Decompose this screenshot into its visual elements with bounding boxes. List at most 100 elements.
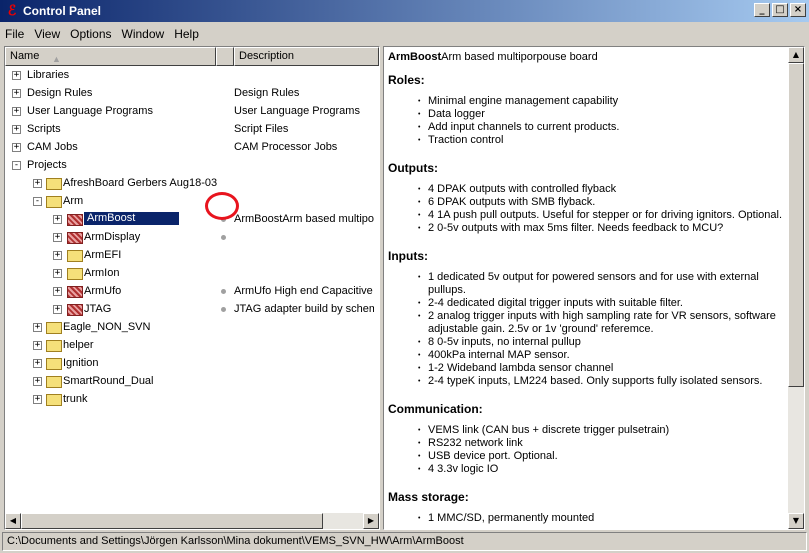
menu-help[interactable]: Help — [169, 27, 204, 41]
tree-row[interactable]: + helper — [5, 337, 379, 355]
tree-row[interactable]: + JTAG JTAG adapter build by schem — [5, 301, 379, 319]
tree-row[interactable]: + ArmDisplay — [5, 229, 379, 247]
vertical-scrollbar[interactable]: ▲ ▼ — [788, 47, 804, 529]
tree-item-label[interactable]: trunk — [63, 393, 87, 405]
menu-file[interactable]: File — [0, 27, 29, 41]
tree-row[interactable]: + ArmBoost ArmBoostArm based multiporp — [5, 211, 379, 229]
section-heading: Inputs: — [388, 249, 428, 263]
menu-bar: File View Options Window Help — [0, 24, 204, 44]
menu-options[interactable]: Options — [65, 27, 116, 41]
tree-row[interactable]: + ArmIon — [5, 265, 379, 283]
tree-row[interactable]: - Projects — [5, 157, 379, 175]
expand-icon[interactable]: + — [12, 143, 21, 152]
menu-view[interactable]: View — [29, 27, 65, 41]
name-column-header[interactable]: Name ▲ — [5, 47, 216, 66]
horizontal-scroll-thumb[interactable] — [21, 513, 323, 529]
tree-row[interactable]: + Scripts Script Files — [5, 121, 379, 139]
project-folder-icon — [67, 232, 83, 244]
expand-icon[interactable]: + — [12, 71, 21, 80]
tree-item-label[interactable]: Scripts — [27, 123, 61, 135]
window-title: Control Panel — [23, 4, 102, 18]
tree-item-label[interactable]: ArmIon — [84, 267, 119, 279]
section-heading: Roles: — [388, 73, 425, 87]
tree-item-label[interactable]: CAM Jobs — [27, 141, 78, 153]
tree-item-label[interactable]: Arm — [63, 195, 83, 207]
tree-panel: Name ▲ Description + Libraries + Design Rul… — [4, 46, 380, 530]
tree-item-description: User Language Programs — [234, 105, 360, 117]
tree-item-description: ArmUfo High end Capacitive I — [234, 285, 374, 297]
section-heading: Mass storage: — [388, 490, 469, 504]
tree-item-label[interactable]: JTAG — [84, 303, 111, 315]
tree-item-label[interactable]: Ignition — [63, 357, 98, 369]
tree-item-label[interactable]: ArmBoost — [84, 212, 180, 225]
collapse-icon[interactable]: - — [12, 161, 21, 170]
tree-row[interactable]: + Ignition — [5, 355, 379, 373]
folder-icon — [46, 358, 62, 370]
bullet-item: 8 0-5v inputs, no internal pullup — [418, 336, 784, 349]
tree-item-label[interactable]: AfreshBoard Gerbers Aug18-03 — [63, 177, 217, 189]
expand-icon[interactable]: + — [33, 323, 42, 332]
description-indicator-icon — [221, 289, 226, 294]
expand-icon[interactable]: + — [33, 377, 42, 386]
description-column-label: Description — [239, 50, 295, 62]
project-folder-icon — [67, 214, 83, 226]
tree-item-label[interactable]: Projects — [27, 159, 67, 171]
expand-icon[interactable]: + — [53, 305, 62, 314]
tree-item-label[interactable]: Libraries — [27, 69, 69, 81]
description-document: ArmBoostArm based multiporpouse board Ro… — [388, 51, 784, 527]
expand-icon[interactable]: + — [12, 125, 21, 134]
tree-item-label[interactable]: Eagle_NON_SVN — [63, 321, 150, 333]
project-tree: + Libraries + Design Rules Design Rules + User… — [5, 67, 379, 513]
tree-row[interactable]: - Arm — [5, 193, 379, 211]
tree-item-label[interactable]: ArmDisplay — [84, 231, 140, 243]
bullet-item: Add input channels to current products. — [418, 121, 784, 134]
tree-item-label[interactable]: helper — [63, 339, 94, 351]
scroll-down-button[interactable]: ▼ — [788, 513, 804, 529]
doc-title-rest: Arm based multiporpouse board — [441, 51, 598, 63]
tree-item-label[interactable]: Design Rules — [27, 87, 92, 99]
expand-icon[interactable]: + — [53, 233, 62, 242]
expand-icon[interactable]: + — [53, 251, 62, 260]
expand-icon[interactable]: + — [53, 269, 62, 278]
tree-row[interactable]: + SmartRound_Dual — [5, 373, 379, 391]
scroll-left-button[interactable]: ◀ — [5, 513, 21, 529]
bullet-item: 1-2 Wideband lambda sensor channel — [418, 362, 784, 375]
tree-row[interactable]: + Eagle_NON_SVN — [5, 319, 379, 337]
tree-item-label[interactable]: ArmEFI — [84, 249, 121, 261]
tree-item-label[interactable]: SmartRound_Dual — [63, 375, 154, 387]
expand-icon[interactable]: + — [12, 89, 21, 98]
tree-item-label[interactable]: ArmUfo — [84, 285, 121, 297]
bullet-item: Data logger — [418, 108, 784, 121]
scroll-up-button[interactable]: ▲ — [788, 47, 804, 63]
tree-row[interactable]: + Design Rules Design Rules — [5, 85, 379, 103]
expand-icon[interactable]: + — [33, 179, 42, 188]
horizontal-scrollbar[interactable]: ◀ ▶ — [5, 513, 379, 529]
tree-row[interactable]: + ArmEFI — [5, 247, 379, 265]
expand-icon[interactable]: + — [53, 287, 62, 296]
menu-window[interactable]: Window — [117, 27, 170, 41]
tree-row[interactable]: + ArmUfo ArmUfo High end Capacitive I — [5, 283, 379, 301]
bullet-item: Traction control — [418, 134, 784, 147]
expand-icon[interactable]: + — [33, 395, 42, 404]
maximize-button[interactable]: □ — [772, 3, 788, 17]
description-column-header[interactable]: Description — [234, 47, 379, 66]
vertical-scroll-thumb[interactable] — [788, 63, 804, 387]
expand-icon[interactable]: + — [12, 107, 21, 116]
bullet-item: 1 dedicated 5v output for powered sensor… — [418, 271, 784, 297]
title-bar: ℰ Control Panel _ □ × — [0, 0, 809, 22]
tree-row[interactable]: + trunk — [5, 391, 379, 409]
tree-row[interactable]: + Libraries — [5, 67, 379, 85]
scroll-right-button[interactable]: ▶ — [363, 513, 379, 529]
expand-icon[interactable]: + — [33, 341, 42, 350]
tree-item-label[interactable]: User Language Programs — [27, 105, 153, 117]
expand-icon[interactable]: + — [33, 359, 42, 368]
expand-icon[interactable]: + — [53, 215, 62, 224]
minimize-button[interactable]: _ — [754, 3, 770, 17]
tree-row[interactable]: + User Language Programs User Language Pro… — [5, 103, 379, 121]
close-button[interactable]: × — [790, 3, 806, 17]
tree-row[interactable]: + AfreshBoard Gerbers Aug18-03 — [5, 175, 379, 193]
collapse-icon[interactable]: - — [33, 197, 42, 206]
tree-row[interactable]: + CAM Jobs CAM Processor Jobs — [5, 139, 379, 157]
